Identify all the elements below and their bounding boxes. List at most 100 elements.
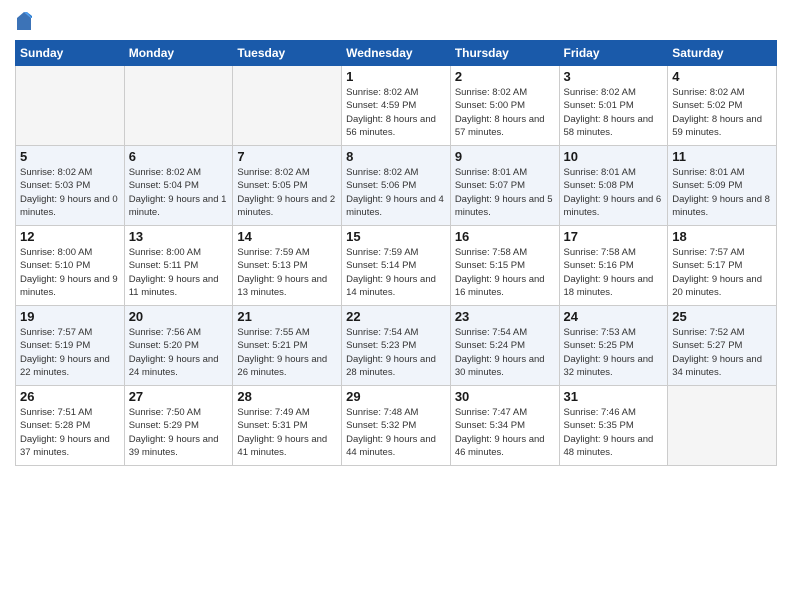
calendar-cell: 19 Sunrise: 7:57 AM Sunset: 5:19 PM Dayli… [16, 306, 125, 386]
day-info: Sunrise: 7:50 AM Sunset: 5:29 PM Dayligh… [129, 406, 229, 459]
day-info: Sunrise: 8:01 AM Sunset: 5:08 PM Dayligh… [564, 166, 664, 219]
day-number: 26 [20, 389, 120, 404]
day-info: Sunrise: 8:02 AM Sunset: 5:04 PM Dayligh… [129, 166, 229, 219]
day-info: Sunrise: 7:48 AM Sunset: 5:32 PM Dayligh… [346, 406, 446, 459]
day-info: Sunrise: 8:00 AM Sunset: 5:11 PM Dayligh… [129, 246, 229, 299]
day-info: Sunrise: 7:58 AM Sunset: 5:16 PM Dayligh… [564, 246, 664, 299]
calendar-cell: 29 Sunrise: 7:48 AM Sunset: 5:32 PM Dayli… [342, 386, 451, 466]
logo [15, 10, 35, 32]
day-number: 3 [564, 69, 664, 84]
day-number: 24 [564, 309, 664, 324]
calendar-header-saturday: Saturday [668, 41, 777, 66]
calendar-cell [16, 66, 125, 146]
calendar-cell: 21 Sunrise: 7:55 AM Sunset: 5:21 PM Dayli… [233, 306, 342, 386]
day-number: 16 [455, 229, 555, 244]
calendar-cell: 2 Sunrise: 8:02 AM Sunset: 5:00 PM Daylig… [450, 66, 559, 146]
day-number: 29 [346, 389, 446, 404]
calendar-cell: 4 Sunrise: 8:02 AM Sunset: 5:02 PM Daylig… [668, 66, 777, 146]
day-number: 11 [672, 149, 772, 164]
calendar-header-thursday: Thursday [450, 41, 559, 66]
day-info: Sunrise: 7:54 AM Sunset: 5:24 PM Dayligh… [455, 326, 555, 379]
day-info: Sunrise: 7:57 AM Sunset: 5:17 PM Dayligh… [672, 246, 772, 299]
day-number: 25 [672, 309, 772, 324]
day-info: Sunrise: 7:59 AM Sunset: 5:13 PM Dayligh… [237, 246, 337, 299]
calendar-cell: 20 Sunrise: 7:56 AM Sunset: 5:20 PM Dayli… [124, 306, 233, 386]
calendar-cell [124, 66, 233, 146]
logo-icon [15, 10, 33, 32]
day-number: 2 [455, 69, 555, 84]
day-info: Sunrise: 7:55 AM Sunset: 5:21 PM Dayligh… [237, 326, 337, 379]
calendar-cell: 13 Sunrise: 8:00 AM Sunset: 5:11 PM Dayli… [124, 226, 233, 306]
day-number: 23 [455, 309, 555, 324]
day-info: Sunrise: 8:02 AM Sunset: 5:01 PM Dayligh… [564, 86, 664, 139]
day-info: Sunrise: 8:01 AM Sunset: 5:07 PM Dayligh… [455, 166, 555, 219]
calendar-week-row: 5 Sunrise: 8:02 AM Sunset: 5:03 PM Daylig… [16, 146, 777, 226]
calendar-header-tuesday: Tuesday [233, 41, 342, 66]
calendar-cell: 8 Sunrise: 8:02 AM Sunset: 5:06 PM Daylig… [342, 146, 451, 226]
day-number: 20 [129, 309, 229, 324]
calendar-cell: 31Sunrise: 7:46 AM Sunset: 5:35 PM Dayli… [559, 386, 668, 466]
calendar-cell: 10 Sunrise: 8:01 AM Sunset: 5:08 PM Dayli… [559, 146, 668, 226]
day-number: 18 [672, 229, 772, 244]
calendar-cell: 6 Sunrise: 8:02 AM Sunset: 5:04 PM Daylig… [124, 146, 233, 226]
calendar-cell: 3 Sunrise: 8:02 AM Sunset: 5:01 PM Daylig… [559, 66, 668, 146]
calendar-cell: 14Sunrise: 7:59 AM Sunset: 5:13 PM Dayli… [233, 226, 342, 306]
day-number: 27 [129, 389, 229, 404]
day-number: 28 [237, 389, 337, 404]
day-info: Sunrise: 7:56 AM Sunset: 5:20 PM Dayligh… [129, 326, 229, 379]
calendar-header-friday: Friday [559, 41, 668, 66]
calendar-cell: 22Sunrise: 7:54 AM Sunset: 5:23 PM Dayli… [342, 306, 451, 386]
calendar-cell: 24 Sunrise: 7:53 AM Sunset: 5:25 PM Dayli… [559, 306, 668, 386]
day-number: 15 [346, 229, 446, 244]
day-number: 21 [237, 309, 337, 324]
day-info: Sunrise: 7:54 AM Sunset: 5:23 PM Dayligh… [346, 326, 446, 379]
calendar-cell: 15 Sunrise: 7:59 AM Sunset: 5:14 PM Dayli… [342, 226, 451, 306]
calendar-cell: 7Sunrise: 8:02 AM Sunset: 5:05 PM Daylig… [233, 146, 342, 226]
day-number: 7 [237, 149, 337, 164]
day-number: 5 [20, 149, 120, 164]
calendar-cell: 5 Sunrise: 8:02 AM Sunset: 5:03 PM Daylig… [16, 146, 125, 226]
day-info: Sunrise: 7:57 AM Sunset: 5:19 PM Dayligh… [20, 326, 120, 379]
day-info: Sunrise: 7:53 AM Sunset: 5:25 PM Dayligh… [564, 326, 664, 379]
day-info: Sunrise: 7:58 AM Sunset: 5:15 PM Dayligh… [455, 246, 555, 299]
day-number: 1 [346, 69, 446, 84]
calendar-cell: 12Sunrise: 8:00 AM Sunset: 5:10 PM Dayli… [16, 226, 125, 306]
day-info: Sunrise: 8:01 AM Sunset: 5:09 PM Dayligh… [672, 166, 772, 219]
calendar-cell: 26Sunrise: 7:51 AM Sunset: 5:28 PM Dayli… [16, 386, 125, 466]
day-number: 4 [672, 69, 772, 84]
day-number: 9 [455, 149, 555, 164]
calendar-cell: 23 Sunrise: 7:54 AM Sunset: 5:24 PM Dayli… [450, 306, 559, 386]
day-info: Sunrise: 7:46 AM Sunset: 5:35 PM Dayligh… [564, 406, 664, 459]
calendar-cell: 17Sunrise: 7:58 AM Sunset: 5:16 PM Dayli… [559, 226, 668, 306]
day-number: 19 [20, 309, 120, 324]
calendar-cell: 11 Sunrise: 8:01 AM Sunset: 5:09 PM Dayli… [668, 146, 777, 226]
day-info: Sunrise: 8:02 AM Sunset: 4:59 PM Dayligh… [346, 86, 446, 139]
day-info: Sunrise: 7:52 AM Sunset: 5:27 PM Dayligh… [672, 326, 772, 379]
day-number: 8 [346, 149, 446, 164]
calendar-week-row: 26Sunrise: 7:51 AM Sunset: 5:28 PM Dayli… [16, 386, 777, 466]
calendar-cell: 30Sunrise: 7:47 AM Sunset: 5:34 PM Dayli… [450, 386, 559, 466]
calendar-cell: 28 Sunrise: 7:49 AM Sunset: 5:31 PM Dayli… [233, 386, 342, 466]
day-info: Sunrise: 8:02 AM Sunset: 5:00 PM Dayligh… [455, 86, 555, 139]
calendar-cell: 1 Sunrise: 8:02 AM Sunset: 4:59 PM Daylig… [342, 66, 451, 146]
day-info: Sunrise: 8:02 AM Sunset: 5:02 PM Dayligh… [672, 86, 772, 139]
calendar-cell: 18 Sunrise: 7:57 AM Sunset: 5:17 PM Dayli… [668, 226, 777, 306]
calendar-cell: 27 Sunrise: 7:50 AM Sunset: 5:29 PM Dayli… [124, 386, 233, 466]
page-header [15, 10, 777, 32]
day-info: Sunrise: 8:02 AM Sunset: 5:03 PM Dayligh… [20, 166, 120, 219]
calendar-cell [668, 386, 777, 466]
day-number: 10 [564, 149, 664, 164]
day-info: Sunrise: 7:47 AM Sunset: 5:34 PM Dayligh… [455, 406, 555, 459]
day-info: Sunrise: 8:02 AM Sunset: 5:06 PM Dayligh… [346, 166, 446, 219]
page-container: SundayMondayTuesdayWednesdayThursdayFrid… [0, 0, 792, 476]
day-info: Sunrise: 7:49 AM Sunset: 5:31 PM Dayligh… [237, 406, 337, 459]
day-number: 13 [129, 229, 229, 244]
calendar-cell: 16 Sunrise: 7:58 AM Sunset: 5:15 PM Dayli… [450, 226, 559, 306]
day-number: 6 [129, 149, 229, 164]
calendar-cell: 25 Sunrise: 7:52 AM Sunset: 5:27 PM Dayli… [668, 306, 777, 386]
day-info: Sunrise: 7:59 AM Sunset: 5:14 PM Dayligh… [346, 246, 446, 299]
calendar-week-row: 19 Sunrise: 7:57 AM Sunset: 5:19 PM Dayli… [16, 306, 777, 386]
calendar-header-wednesday: Wednesday [342, 41, 451, 66]
calendar-table: SundayMondayTuesdayWednesdayThursdayFrid… [15, 40, 777, 466]
calendar-header-row: SundayMondayTuesdayWednesdayThursdayFrid… [16, 41, 777, 66]
